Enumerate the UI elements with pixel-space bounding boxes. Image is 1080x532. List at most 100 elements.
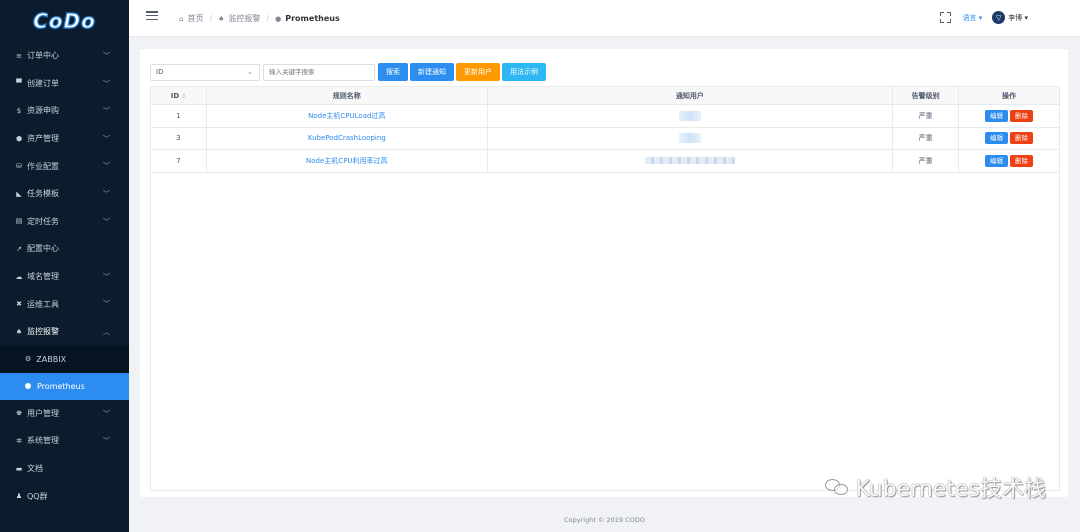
user-name: 李博 bbox=[1008, 13, 1023, 22]
search-field-select[interactable]: ID ⌄ bbox=[150, 63, 260, 81]
col-actions: 操作 bbox=[958, 86, 1060, 105]
menu-toggle-icon[interactable] bbox=[146, 11, 158, 21]
chevron-down-icon: ﹀ bbox=[103, 217, 110, 226]
update-users-button[interactable]: 更新用户 bbox=[456, 63, 500, 81]
search-input[interactable] bbox=[263, 63, 375, 81]
sidebar-item-label: 资产管理 bbox=[27, 134, 59, 144]
sidebar-item-label: 运维工具 bbox=[27, 299, 59, 309]
fullscreen-icon[interactable] bbox=[939, 12, 951, 23]
sidebar-item-list[interactable]: ≡ 订单中心 ﹀ bbox=[0, 42, 129, 70]
cloud-icon: ☁ bbox=[15, 272, 23, 281]
chevron-down-icon: ﹀ bbox=[103, 162, 110, 171]
delete-button[interactable]: 删除 bbox=[1010, 132, 1034, 145]
sidebar-item-dollar[interactable]: $ 资源申购 ﹀ bbox=[0, 97, 129, 125]
watermark: Kubernetes技术栈 bbox=[825, 471, 1046, 503]
sort-icon[interactable]: ⇕ bbox=[181, 93, 186, 100]
sidebar-item-qq[interactable]: ♟ QQ群 bbox=[0, 482, 129, 510]
cell-alert-level: 严重 bbox=[892, 104, 960, 128]
edit-button[interactable]: 编辑 bbox=[985, 154, 1009, 167]
footer-copyright: Copyright © 2019 CODO bbox=[564, 516, 645, 524]
usage-example-button[interactable]: 用法示例 bbox=[502, 63, 546, 81]
sidebar-item-database[interactable]: ⛁ 作业配置 ﹀ bbox=[0, 152, 129, 180]
redacted-users bbox=[644, 157, 735, 165]
cell-actions: 编辑 删除 bbox=[958, 126, 1060, 150]
breadcrumb-monitor[interactable]: 监控报警 bbox=[228, 13, 260, 24]
toolbar: ID ⌄ 搜索 新建通知 更新用户 用法示例 bbox=[150, 63, 546, 81]
edit-button[interactable]: 编辑 bbox=[985, 109, 1009, 122]
sidebar-item-tools[interactable]: ✖ 运维工具 ﹀ bbox=[0, 290, 129, 318]
chevron-down-icon: ﹀ bbox=[103, 437, 110, 446]
chevron-down-icon: ﹀ bbox=[103, 409, 110, 418]
sidebar-item-cloud[interactable]: ☁ 域名管理 ﹀ bbox=[0, 263, 129, 291]
chevron-down-icon: ﹀ bbox=[103, 79, 110, 88]
chevron-up-icon: ︿ bbox=[103, 327, 110, 336]
col-alert-level: 告警级别 bbox=[892, 86, 960, 105]
sidebar-item-label: 文档 bbox=[27, 464, 43, 474]
cell-actions: 编辑 删除 bbox=[958, 149, 1060, 173]
language-dropdown[interactable]: 语言 ▾ bbox=[963, 13, 983, 23]
new-notify-button[interactable]: 新建通知 bbox=[410, 63, 454, 81]
sidebar-subitem-zabbix[interactable]: ⚙ ZABBIX bbox=[0, 345, 129, 373]
cell-rule-name[interactable]: KubePodCrashLooping bbox=[205, 126, 488, 150]
cell-notify-users bbox=[486, 126, 894, 150]
sidebar-item-bell[interactable]: ♠ 监控报警 ︿ bbox=[0, 318, 129, 346]
sidebar-item-calendar[interactable]: ▤ 定时任务 ﹀ bbox=[0, 208, 129, 236]
gear-icon: ✲ bbox=[16, 436, 22, 445]
chevron-down-icon: ﹀ bbox=[103, 300, 110, 309]
dollar-icon: $ bbox=[16, 106, 22, 115]
select-value: ID bbox=[156, 68, 164, 76]
sidebar-subitem-label: Prometheus bbox=[37, 381, 85, 391]
wrench-icon: ↗ bbox=[16, 244, 22, 253]
sidebar-item-gear[interactable]: ✲ 系统管理 ﹀ bbox=[0, 427, 129, 455]
cell-rule-name[interactable]: Node主机CPU利用率过高 bbox=[205, 149, 488, 173]
content-card: ID ⌄ 搜索 新建通知 更新用户 用法示例 ID⇕ 规则名称 通知用户 告警级… bbox=[139, 48, 1069, 498]
sidebar-item-label: 创建订单 bbox=[27, 78, 59, 88]
cart-icon: ▀ bbox=[16, 79, 22, 88]
sidebar-item-cart[interactable]: ▀ 创建订单 ﹀ bbox=[0, 70, 129, 98]
delete-button[interactable]: 删除 bbox=[1010, 154, 1034, 167]
cell-notify-users bbox=[486, 104, 894, 128]
sidebar-item-tag[interactable]: ◣ 任务模板 ﹀ bbox=[0, 180, 129, 208]
chevron-down-icon: ﹀ bbox=[103, 107, 110, 116]
sidebar-item-cube[interactable]: ⬢ 资产管理 ﹀ bbox=[0, 125, 129, 153]
sidebar-item-label: QQ群 bbox=[27, 491, 48, 501]
logo-text: CoDo bbox=[33, 8, 96, 33]
watermark-text: Kubernetes技术栈 bbox=[855, 477, 1046, 502]
logo[interactable]: CoDo bbox=[0, 0, 129, 42]
redacted-users bbox=[678, 110, 701, 121]
users-icon: ♚ bbox=[15, 409, 23, 418]
tools-icon: ✖ bbox=[16, 300, 22, 309]
cell-notify-users bbox=[486, 149, 894, 173]
sidebar-item-label: 任务模板 bbox=[27, 189, 59, 199]
dot-icon bbox=[25, 383, 31, 390]
sidebar-item-wrench[interactable]: ↗ 配置中心 bbox=[0, 235, 129, 263]
sidebar-item-label: 订单中心 bbox=[27, 51, 59, 61]
col-id[interactable]: ID ⇕ bbox=[150, 86, 207, 105]
sidebar-item-label: 定时任务 bbox=[27, 216, 59, 226]
sidebar-item-book[interactable]: ▬ 文档 bbox=[0, 455, 129, 483]
sidebar-item-users[interactable]: ♚ 用户管理 ﹀ bbox=[0, 400, 129, 428]
sidebar-subitem-prometheus[interactable]: Prometheus bbox=[0, 372, 129, 400]
edit-button[interactable]: 编辑 bbox=[985, 132, 1009, 145]
delete-button[interactable]: 删除 bbox=[1010, 109, 1034, 122]
cell-rule-name[interactable]: Node主机CPULoad过高 bbox=[205, 104, 488, 128]
col-rule-name: 规则名称 bbox=[205, 86, 488, 105]
cell-alert-level: 严重 bbox=[892, 126, 960, 150]
dot-icon: ● bbox=[275, 14, 282, 23]
chevron-down-icon: ﹀ bbox=[103, 134, 110, 143]
cell-id: 1 bbox=[150, 104, 207, 128]
sidebar-item-label: 用户管理 bbox=[27, 408, 59, 418]
redacted-users bbox=[678, 133, 701, 144]
table-row: 3 KubePodCrashLooping 严重 编辑 删除 bbox=[150, 126, 1060, 150]
table-row: 7 Node主机CPU利用率过高 严重 编辑 删除 bbox=[150, 149, 1060, 173]
breadcrumb-home[interactable]: 首页 bbox=[187, 13, 203, 24]
database-icon: ⛁ bbox=[16, 162, 22, 171]
breadcrumb: ⌂ 首页 / ♠ 监控报警 / ● Prometheus bbox=[179, 13, 340, 24]
cell-actions: 编辑 删除 bbox=[958, 104, 1060, 128]
sidebar-menu: ≡ 订单中心 ﹀ ▀ 创建订单 ﹀ $ 资源申购 ﹀ ⬢ 资产管理 ﹀ ⛁ 作业配置 ﹀ ◣ 任务模板 ﹀ ▤ 定时任… bbox=[0, 42, 129, 510]
table-row: 1 Node主机CPULoad过高 严重 编辑 删除 bbox=[150, 104, 1060, 128]
search-button[interactable]: 搜索 bbox=[378, 63, 408, 81]
sidebar-item-label: 资源申购 bbox=[27, 106, 59, 116]
avatar[interactable]: ▽ bbox=[992, 11, 1006, 24]
user-dropdown[interactable]: 李博 ▾ bbox=[1008, 13, 1028, 23]
